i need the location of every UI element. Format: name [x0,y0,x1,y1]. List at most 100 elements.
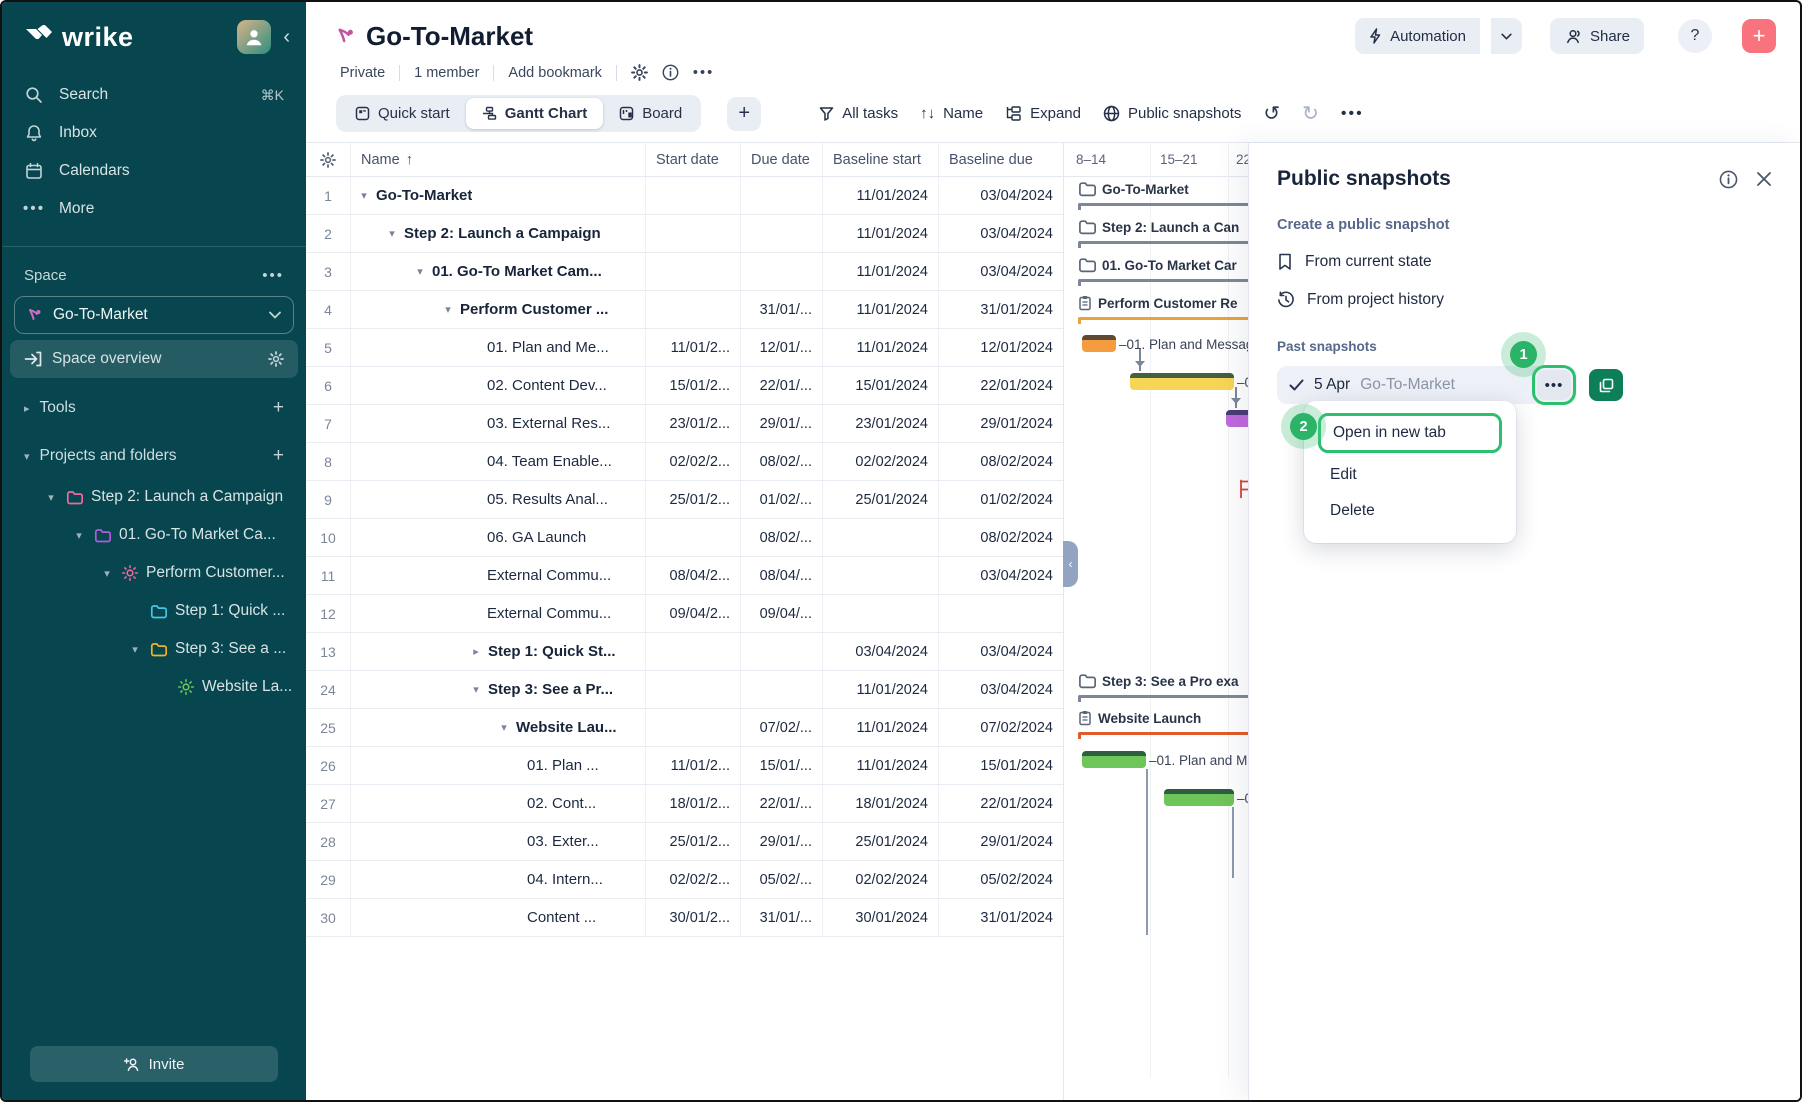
due-date-cell[interactable]: 08/02/... [741,519,823,556]
members-link[interactable]: 1 member [414,65,479,81]
task-name-cell[interactable]: External Commu... [351,557,646,594]
menu-item-open-in-new-tab[interactable]: Open in new tab [1318,413,1502,453]
baseline-due-cell[interactable]: 01/02/2024 [939,481,1063,518]
due-date-cell[interactable]: 05/02/... [741,861,823,898]
baseline-due-cell[interactable]: 31/01/2024 [939,899,1063,936]
baseline-start-cell[interactable]: 11/01/2024 [823,671,939,708]
chevron-down-icon[interactable]: ▾ [385,227,399,240]
due-date-cell[interactable] [741,215,823,252]
gantt-summary-item[interactable]: Go-To-Market [1078,181,1189,197]
avatar[interactable] [237,20,271,54]
task-name-cell[interactable]: 02. Content Dev... [351,367,646,404]
chevron-down-icon[interactable]: ▾ [44,491,58,504]
task-name-cell[interactable]: ▾Website Lau... [351,709,646,746]
start-date-cell[interactable] [646,671,741,708]
task-name-cell[interactable]: 01. Plan and Me... [351,329,646,366]
task-name-cell[interactable]: ▾Perform Customer ... [351,291,646,328]
baseline-due-cell[interactable]: 29/01/2024 [939,823,1063,860]
task-name-cell[interactable]: ▸Step 1: Quick St... [351,633,646,670]
snapshot-more-button[interactable]: ••• [1537,370,1571,400]
task-name-cell[interactable]: 02. Cont... [351,785,646,822]
gantt-task-bar[interactable] [1164,789,1234,806]
tree-item[interactable]: ▾01. Go-To Market Ca... [2,516,306,554]
due-date-cell[interactable]: 22/01/... [741,367,823,404]
task-name-cell[interactable]: 04. Intern... [351,861,646,898]
baseline-due-cell[interactable]: 07/02/2024 [939,709,1063,746]
more-options-icon[interactable]: ••• [693,65,714,81]
start-date-cell[interactable]: 25/01/2... [646,481,741,518]
option-from-project-history[interactable]: From project history [1277,291,1772,309]
start-date-cell[interactable] [646,253,741,290]
baseline-due-cell[interactable]: 03/04/2024 [939,215,1063,252]
table-row[interactable]: 11External Commu...08/04/2...08/04/...03… [306,557,1063,595]
start-date-cell[interactable]: 25/01/2... [646,823,741,860]
table-row[interactable]: 3▾01. Go-To Market Cam...11/01/202403/04… [306,253,1063,291]
tab-quick-start[interactable]: Quick start [339,98,466,129]
filter-all-tasks[interactable]: All tasks [819,105,898,122]
sidebar-item-inbox[interactable]: Inbox [2,114,306,152]
baseline-due-cell[interactable]: 12/01/2024 [939,329,1063,366]
baseline-start-cell[interactable]: 11/01/2024 [823,215,939,252]
due-date-cell[interactable]: 22/01/... [741,785,823,822]
add-view-button[interactable]: + [727,97,761,131]
invite-button[interactable]: Invite [30,1046,278,1082]
chevron-down-icon[interactable]: ▾ [72,529,86,542]
chevron-down-icon[interactable]: ▾ [128,643,142,656]
menu-item-edit[interactable]: Edit [1318,457,1502,493]
start-date-cell[interactable] [646,519,741,556]
help-button[interactable]: ? [1678,19,1712,53]
due-date-cell[interactable] [741,177,823,214]
baseline-start-cell[interactable]: 11/01/2024 [823,709,939,746]
baseline-start-cell[interactable] [823,519,939,556]
start-date-cell[interactable]: 30/01/2... [646,899,741,936]
column-header-baseline-due[interactable]: Baseline due [939,143,1063,176]
baseline-due-cell[interactable]: 31/01/2024 [939,291,1063,328]
gear-icon[interactable] [268,351,284,367]
sidebar-section-tools[interactable]: ▸ Tools + [2,388,306,428]
chevron-down-icon[interactable]: ▾ [413,265,427,278]
start-date-cell[interactable]: 02/02/2... [646,861,741,898]
table-row[interactable]: 13▸Step 1: Quick St...03/04/202403/04/20… [306,633,1063,671]
baseline-start-cell[interactable] [823,557,939,594]
start-date-cell[interactable]: 08/04/2... [646,557,741,594]
snapshot-row[interactable]: 5 Apr Go-To-Market ••• 1 [1277,366,1577,404]
table-row[interactable]: 703. External Res...23/01/2...29/01/...2… [306,405,1063,443]
task-name-cell[interactable]: 04. Team Enable... [351,443,646,480]
table-row[interactable]: 24▾Step 3: See a Pr...11/01/202403/04/20… [306,671,1063,709]
task-name-cell[interactable]: ▾01. Go-To Market Cam... [351,253,646,290]
tree-item[interactable]: ▾Step 3: See a ... [2,630,306,668]
baseline-start-cell[interactable]: 23/01/2024 [823,405,939,442]
due-date-cell[interactable]: 29/01/... [741,405,823,442]
settings-gear-icon[interactable] [631,64,648,81]
chevron-down-icon[interactable]: ▾ [469,683,483,696]
baseline-start-cell[interactable]: 11/01/2024 [823,291,939,328]
share-button[interactable]: Share [1550,18,1644,54]
baseline-due-cell[interactable]: 03/04/2024 [939,177,1063,214]
add-tool-icon[interactable]: + [273,397,284,419]
gantt-task-bar[interactable] [1082,335,1116,352]
splitter-handle[interactable]: ‹ [1063,541,1078,587]
baseline-start-cell[interactable]: 25/01/2024 [823,481,939,518]
table-row[interactable]: 12External Commu...09/04/2...09/04/... [306,595,1063,633]
table-row[interactable]: 30Content ...30/01/2...31/01/...30/01/20… [306,899,1063,937]
start-date-cell[interactable] [646,215,741,252]
due-date-cell[interactable]: 08/04/... [741,557,823,594]
baseline-due-cell[interactable]: 05/02/2024 [939,861,1063,898]
task-name-cell[interactable]: Content ... [351,899,646,936]
baseline-due-cell[interactable]: 03/04/2024 [939,253,1063,290]
gantt-summary-item[interactable]: Perform Customer Re [1078,295,1238,311]
column-header-baseline-start[interactable]: Baseline start [823,143,939,176]
chevron-right-icon[interactable]: ▸ [24,402,30,415]
due-date-cell[interactable]: 01/02/... [741,481,823,518]
task-name-cell[interactable]: 06. GA Launch [351,519,646,556]
sidebar-item-calendars[interactable]: Calendars [2,152,306,190]
table-row[interactable]: 2702. Cont...18/01/2...22/01/...18/01/20… [306,785,1063,823]
column-header-due-date[interactable]: Due date [741,143,823,176]
baseline-due-cell[interactable] [939,595,1063,632]
add-bookmark-link[interactable]: Add bookmark [508,65,602,81]
gantt-task-bar[interactable] [1130,373,1234,390]
table-row[interactable]: 25▾Website Lau...07/02/...11/01/202407/0… [306,709,1063,747]
due-date-cell[interactable]: 29/01/... [741,823,823,860]
due-date-cell[interactable]: 12/01/... [741,329,823,366]
space-selector[interactable]: Go-To-Market [14,296,294,334]
